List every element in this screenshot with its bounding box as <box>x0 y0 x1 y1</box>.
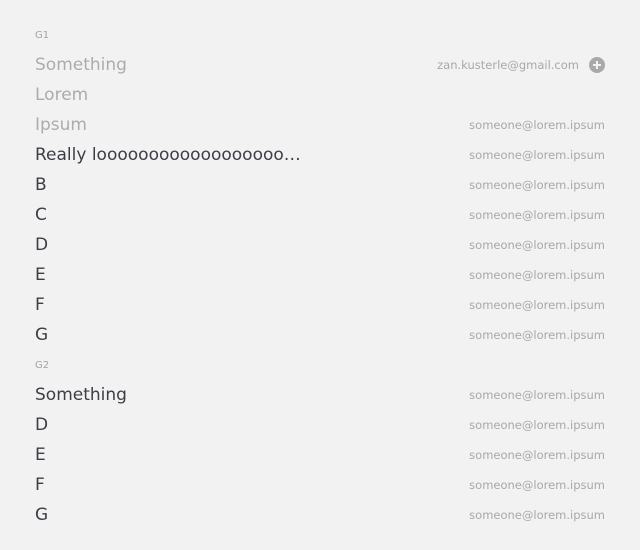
list-item[interactable]: Csomeone@lorem.ipsum <box>35 200 605 230</box>
list-item-email: someone@lorem.ipsum <box>469 148 605 162</box>
list-item[interactable]: Esomeone@lorem.ipsum <box>35 260 605 290</box>
list-item-email: someone@lorem.ipsum <box>469 478 605 492</box>
list-item[interactable]: Dsomeone@lorem.ipsum <box>35 410 605 440</box>
contact-list: G1 Something zan.kusterle@gmail.com Lorem Ip… <box>35 20 605 530</box>
list-item-meta: someone@lorem.ipsum <box>469 268 605 282</box>
list-item[interactable]: Really looooooooooooooooooo... someone@lo… <box>35 140 605 170</box>
list-item[interactable]: Esomeone@lorem.ipsum <box>35 440 605 470</box>
list-item-email: someone@lorem.ipsum <box>469 178 605 192</box>
list-item[interactable]: Ipsum someone@lorem.ipsum <box>35 110 605 140</box>
list-item-email: someone@lorem.ipsum <box>469 508 605 522</box>
list-item-label: Lorem <box>35 85 89 105</box>
list-item-label: E <box>35 445 46 465</box>
group-header: G2 <box>35 360 50 371</box>
list-item-meta: someone@lorem.ipsum <box>469 238 605 252</box>
list-item-label: G <box>35 505 49 525</box>
list-item-email: someone@lorem.ipsum <box>469 268 605 282</box>
list-item[interactable]: Gsomeone@lorem.ipsum <box>35 320 605 350</box>
group-header: G1 <box>35 30 50 41</box>
list-item-label: D <box>35 235 49 255</box>
list-item-meta: someone@lorem.ipsum <box>469 208 605 222</box>
list-item-email: someone@lorem.ipsum <box>469 298 605 312</box>
list-item-label: E <box>35 265 46 285</box>
list-item-email: someone@lorem.ipsum <box>469 118 605 132</box>
list-item[interactable]: Fsomeone@lorem.ipsum <box>35 290 605 320</box>
list-item-label: F <box>35 295 45 315</box>
list-item-label: Something <box>35 385 127 405</box>
list-item-email: someone@lorem.ipsum <box>469 328 605 342</box>
list-item-meta: someone@lorem.ipsum <box>469 508 605 522</box>
list-item-meta: someone@lorem.ipsum <box>469 178 605 192</box>
add-circle-icon[interactable] <box>589 57 605 73</box>
list-item[interactable]: Gsomeone@lorem.ipsum <box>35 500 605 530</box>
list-item[interactable]: Fsomeone@lorem.ipsum <box>35 470 605 500</box>
list-item-meta: zan.kusterle@gmail.com <box>437 57 605 73</box>
list-item-email: someone@lorem.ipsum <box>469 448 605 462</box>
list-item-email: someone@lorem.ipsum <box>469 388 605 402</box>
list-item-label: C <box>35 205 47 225</box>
list-item-email: someone@lorem.ipsum <box>469 208 605 222</box>
list-item-meta: someone@lorem.ipsum <box>469 448 605 462</box>
list-item-email: someone@lorem.ipsum <box>469 238 605 252</box>
list-item-label: B <box>35 175 47 195</box>
list-item[interactable]: Something someone@lorem.ipsum <box>35 380 605 410</box>
list-item-label: G <box>35 325 49 345</box>
list-item-label: Something <box>35 55 127 75</box>
list-item[interactable]: Bsomeone@lorem.ipsum <box>35 170 605 200</box>
list-item-meta: someone@lorem.ipsum <box>469 418 605 432</box>
list-item[interactable]: Lorem <box>35 80 605 110</box>
list-item[interactable]: Something zan.kusterle@gmail.com <box>35 50 605 80</box>
list-item-label: Really looooooooooooooooooo... <box>35 145 310 165</box>
list-item-meta: someone@lorem.ipsum <box>469 118 605 132</box>
list-item-email: zan.kusterle@gmail.com <box>437 58 579 72</box>
list-item-label: F <box>35 475 45 495</box>
list-item-meta: someone@lorem.ipsum <box>469 148 605 162</box>
list-item-label: D <box>35 415 49 435</box>
list-item-meta: someone@lorem.ipsum <box>469 478 605 492</box>
list-item-label: Ipsum <box>35 115 87 135</box>
list-item-email: someone@lorem.ipsum <box>469 418 605 432</box>
list-item-meta: someone@lorem.ipsum <box>469 388 605 402</box>
list-item[interactable]: Dsomeone@lorem.ipsum <box>35 230 605 260</box>
list-item-meta: someone@lorem.ipsum <box>469 328 605 342</box>
list-item-meta: someone@lorem.ipsum <box>469 298 605 312</box>
